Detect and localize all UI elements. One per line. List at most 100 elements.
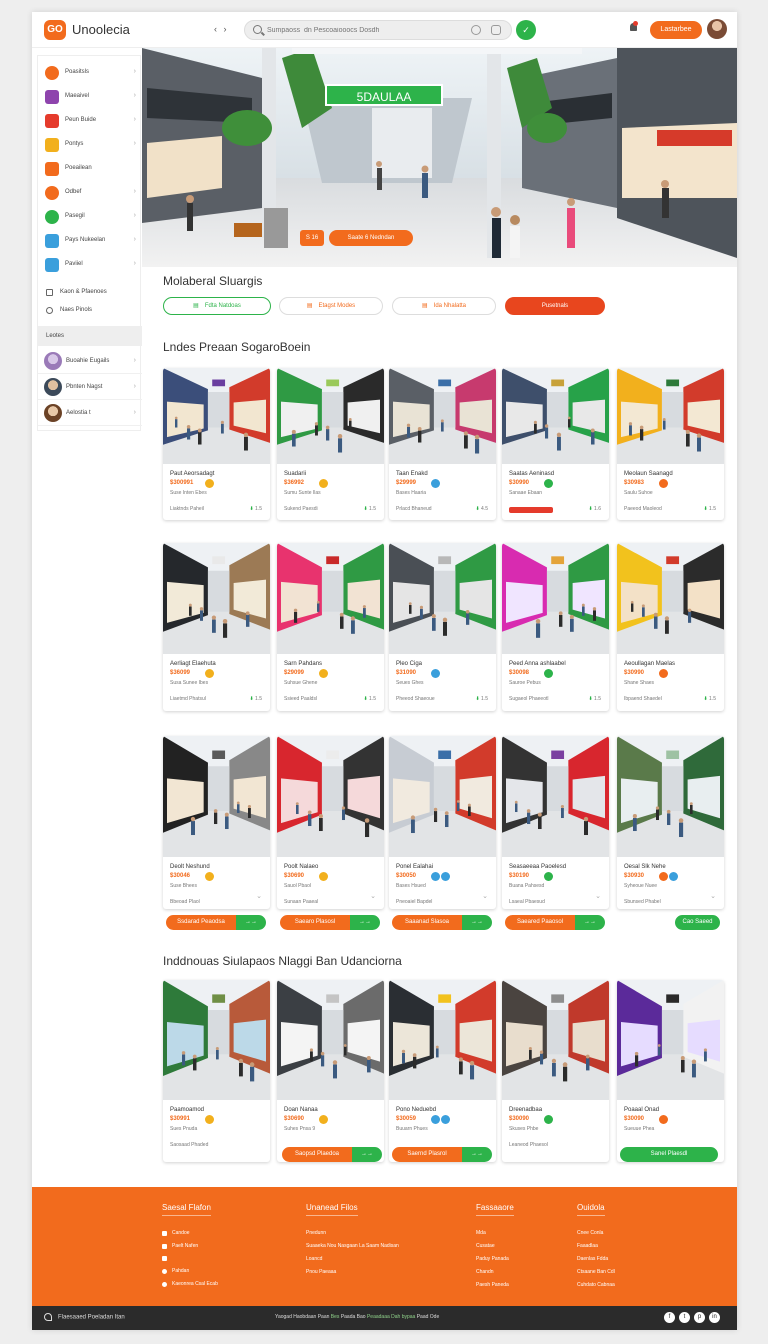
arrow-right-icon[interactable]: →→ [462,1147,492,1162]
arrow-right-icon[interactable]: →→ [575,915,605,930]
bottom-link[interactable]: Bes [331,1314,340,1320]
hero-small-button[interactable]: S 16 [300,230,324,246]
view-button[interactable]: Cao Saeed [675,915,720,930]
bottom-link[interactable]: Yaogad Haobdaan Paan [275,1314,329,1320]
chevron-down-icon[interactable]: ⌄ [482,892,488,900]
sidebar-small-item-1[interactable]: Kaon & Pfaenoes [38,285,142,301]
filter-chip-3[interactable]: ▤ Ida Nhalatta [392,297,496,315]
chevron-down-icon[interactable]: ⌄ [370,892,376,900]
footer-link[interactable]: Mda [476,1230,514,1236]
split-action-button[interactable]: Saearo Plasosl →→ [280,915,380,930]
store-card[interactable]: Aeoullagan Maelas $30990 Shane Shaes Ibpaen… [617,543,724,711]
store-card[interactable]: Sarn Pahdans $29099 Suhsue Ghene Ssieed Paa… [277,543,384,711]
nav-arrows[interactable]: ‹ › [214,24,229,34]
footer-link[interactable]: Candoe [162,1230,218,1236]
linkedin-icon[interactable]: in [709,1312,720,1323]
facebook-icon[interactable]: f [664,1312,675,1323]
search-input[interactable] [267,24,467,37]
store-card[interactable]: Taan Enakd $29999 Bases Haaria Prlacd Bhane… [389,368,496,520]
bottom-link[interactable]: Paad Ode [417,1314,440,1320]
footer-link[interactable]: Cusatae [476,1243,514,1249]
action-label[interactable]: Saearo Plasosl [280,915,350,930]
user-avatar[interactable] [707,19,727,39]
store-card[interactable]: Paamoamod $30991 Sues Pnuda Saosaad Phaded [163,980,270,1162]
bottom-link[interactable]: Peaadaaa Dah bypaa [367,1314,415,1320]
chevron-down-icon[interactable]: ⌄ [256,892,262,900]
store-card[interactable]: Paut Aeorsadagt $300991 Suse Inten Ebes Lia… [163,368,270,520]
action-label[interactable]: Saopsd Plaedoa [282,1147,352,1162]
footer-link[interactable]: Suaaeka Nou Nasgaan La Saam Nadisan [306,1243,399,1249]
sidebar-item-2[interactable]: Maeaivel › [38,86,142,108]
footer-link[interactable]: Kaeonrea Csal Ecab [162,1281,218,1287]
app-logo[interactable]: GO [44,20,66,40]
sidebar-item-4[interactable]: Pontys › [38,134,142,156]
view-button[interactable]: Sanel Plaesdl [620,1147,718,1162]
store-card[interactable]: Peed Anna ashlaabel $30098 Sauroe Pebus Sug… [502,543,609,711]
footer-link[interactable] [162,1256,218,1261]
store-card[interactable]: Oesal Slk Nehe $30930 Syheoue Nuee Sbunsed … [617,736,724,909]
store-card[interactable]: Saatas Aeninasd $30990 Sanaae Ebaan ⬇ 1.6 [502,368,609,520]
footer-link[interactable]: Paelt Nafen [162,1243,218,1249]
sidebar-user-1[interactable]: Buoahie Eugails › [38,348,142,374]
footer-link[interactable]: Cnee Conla [577,1230,615,1236]
store-card[interactable]: Dreenadbaa $30090 Skuses Phbe Leaneod Phaes… [502,980,609,1162]
sidebar-item-9[interactable]: Paviiel › [38,254,142,276]
footer-link[interactable]: Ctsaane Ban Cdl [577,1269,615,1275]
twitter-icon[interactable]: t [679,1312,690,1323]
split-action-button[interactable]: Saernd Plasrol →→ [392,1147,492,1162]
sidebar-item-1[interactable]: Poasitsls › [38,62,142,84]
mic-icon[interactable] [471,25,481,35]
store-card[interactable]: Suadarii $36992 Sumu Sunte Ilas Sukend Paes… [277,368,384,520]
footer-link[interactable]: Pnedunn [306,1230,399,1236]
store-card[interactable]: Poolt Nalaeo $30690 Sauol Pbaol Sunaan Paae… [277,736,384,909]
filter-chip-2[interactable]: ▤ Etagst Modes [279,297,383,315]
sidebar-item-5[interactable]: Poeailean [38,158,142,180]
store-card[interactable]: Doan Nanaa $30690 Suhes Pnsa 9 [277,980,384,1162]
bottom-link[interactable]: Paada Bao [341,1314,366,1320]
store-card[interactable]: Deolt Neshund $30046 Suse Bhees Bbeoad Plao… [163,736,270,909]
arrow-right-icon[interactable]: →→ [352,1147,382,1162]
footer-link[interactable]: Paduy Panada [476,1256,514,1262]
sidebar-user-2[interactable]: Pbnten Nagst › [38,374,142,400]
store-card[interactable]: Pleo Ciga $31090 Seues Ghes Pheeod Shaeoue ⬇… [389,543,496,711]
action-label[interactable]: Saaanad Slasoa [392,915,462,930]
chevron-down-icon[interactable]: ⌄ [595,892,601,900]
footer-link[interactable]: Paesh Paneda [476,1282,514,1288]
notification-bell-icon[interactable] [629,21,638,33]
store-card[interactable]: Aerliagt Elaehuta $36099 Susa Sunee Ibes Li… [163,543,270,711]
search-bar[interactable] [244,20,512,40]
sidebar-item-3[interactable]: Peun Buide › [38,110,142,132]
split-action-button[interactable]: Saopsd Plaedoa →→ [282,1147,382,1162]
sidebar-user-3[interactable]: Aelostia t › [38,400,142,426]
action-label[interactable]: Saernd Plasrol [392,1147,462,1162]
footer-link[interactable]: Chandn [476,1269,514,1275]
arrow-right-icon[interactable]: →→ [462,915,492,930]
login-button[interactable]: Lastarbee [650,21,702,39]
filter-chip-4[interactable]: Pusetnals [505,297,605,315]
hero-cta-button[interactable]: Saate 6 Nedndan [329,230,413,246]
sidebar-item-7[interactable]: Pasegil › [38,206,142,228]
footer-link[interactable]: Daenlas Fdda [577,1256,615,1262]
filter-chip-1[interactable]: ▤ Fdta Natdoas [163,297,271,315]
sidebar-item-6[interactable]: Odbef › [38,182,142,204]
store-card[interactable]: Poaaal Onad $30090 Sueuue Phea [617,980,724,1162]
footer-link[interactable]: Pahdan [162,1268,218,1274]
store-card[interactable]: Meolaun Saanagd $30983 Saulu Suhoe Paeeod M… [617,368,724,520]
leaf-icon[interactable]: ✓ [516,20,536,40]
arrow-right-icon[interactable]: →→ [236,915,266,930]
sidebar-small-item-2[interactable]: Naes Pinols [38,303,142,319]
split-action-button[interactable]: Ssdarad Peaodsa →→ [166,915,266,930]
sidebar-item-8[interactable]: Pays Nukeelan › [38,230,142,252]
store-card[interactable]: Ponel Ealahai $30050 Bases Hsued Pneoaiel B… [389,736,496,909]
split-action-button[interactable]: Saaanad Slasoa →→ [392,915,492,930]
arrow-right-icon[interactable]: →→ [350,915,380,930]
pinterest-icon[interactable]: p [694,1312,705,1323]
store-card[interactable]: Pono Neduebd $30059 Buuarn Phues [389,980,496,1162]
chevron-down-icon[interactable]: ⌄ [710,892,716,900]
footer-link[interactable]: Cuhdato Cabnaa [577,1282,615,1288]
footer-link[interactable]: Pnou Paeaaa [306,1269,399,1275]
footer-link[interactable]: Faaadlaa [577,1243,615,1249]
footer-link[interactable]: Loancd [306,1256,399,1262]
store-card[interactable]: Seasaeeaa Paoelesd $30190 Buana Pahsesd Lsa… [502,736,609,909]
camera-icon[interactable] [491,25,501,35]
